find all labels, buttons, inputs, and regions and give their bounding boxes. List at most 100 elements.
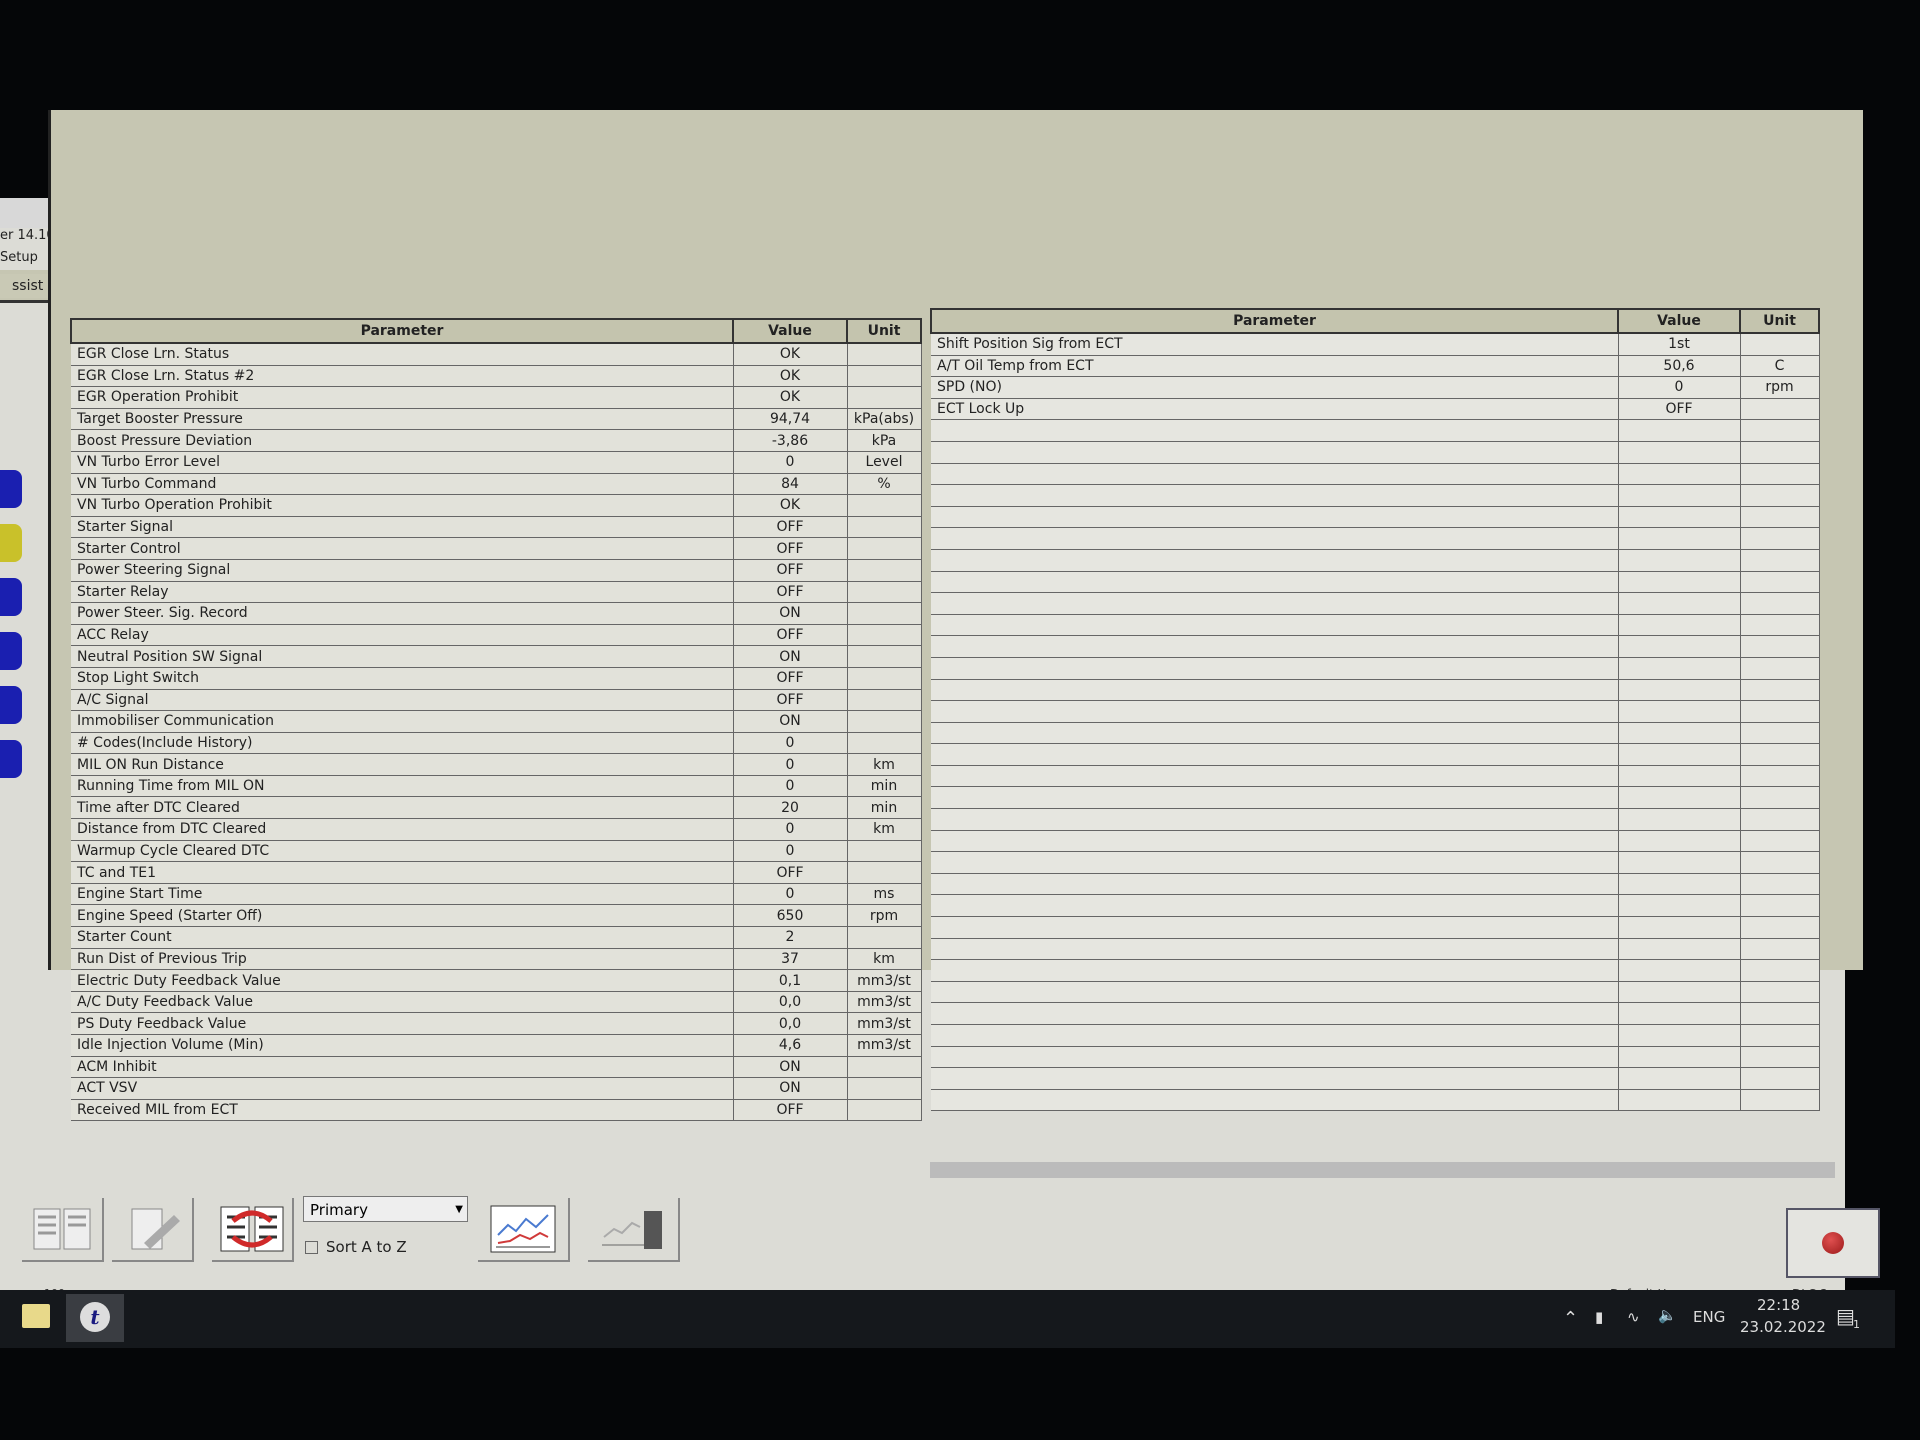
swap-list-button[interactable] <box>212 1198 294 1262</box>
wifi-icon[interactable]: ∿ <box>1627 1308 1640 1326</box>
table-row[interactable]: ACT VSV ON <box>71 1077 922 1100</box>
empty-row[interactable] <box>931 722 1820 745</box>
table-row[interactable]: Received MIL from ECT OFF <box>71 1099 922 1122</box>
empty-row[interactable] <box>931 808 1820 831</box>
chevron-up-icon[interactable]: ⌃ <box>1563 1308 1578 1329</box>
empty-row[interactable] <box>931 743 1820 766</box>
unit-header[interactable]: Unit <box>1739 308 1820 334</box>
checkbox-box[interactable] <box>305 1241 318 1254</box>
table-row[interactable]: VN Turbo Error Level 0 Level <box>71 451 922 474</box>
table-row[interactable]: SPD (NO) 0 rpm <box>931 376 1820 399</box>
table-row[interactable]: Power Steer. Sig. Record ON <box>71 602 922 625</box>
edit-list-button[interactable] <box>112 1198 194 1262</box>
table-row[interactable]: Power Steering Signal OFF <box>71 559 922 582</box>
table-row[interactable]: Immobiliser Communication ON <box>71 710 922 733</box>
empty-row[interactable] <box>931 1046 1820 1069</box>
table-row[interactable]: Warmup Cycle Cleared DTC 0 <box>71 840 922 863</box>
menu-setup[interactable]: Setup <box>0 250 38 265</box>
empty-row[interactable] <box>931 419 1820 442</box>
clock-time[interactable]: 22:18 <box>1757 1296 1800 1314</box>
table-row[interactable]: Running Time from MIL ON 0 min <box>71 775 922 798</box>
language-indicator[interactable]: ENG <box>1693 1308 1725 1326</box>
table-row[interactable]: Starter Signal OFF <box>71 516 922 539</box>
value-header[interactable]: Value <box>1617 308 1741 334</box>
empty-row[interactable] <box>931 484 1820 507</box>
table-row[interactable]: MIL ON Run Distance 0 km <box>71 753 922 776</box>
table-row[interactable]: VN Turbo Command 84% <box>71 473 922 496</box>
select-list-button[interactable] <box>22 1198 104 1262</box>
table-row[interactable]: Distance from DTC Cleared 0 km <box>71 818 922 841</box>
empty-row[interactable] <box>931 981 1820 1004</box>
table-row[interactable]: Electric Duty Feedback Value 0,1 mm3/st <box>71 969 922 992</box>
sort-a-to-z-checkbox[interactable]: Sort A to Z <box>305 1238 407 1256</box>
empty-row[interactable] <box>931 873 1820 896</box>
table-row[interactable]: ECT Lock Up OFF <box>931 398 1820 421</box>
snapshot-button[interactable] <box>588 1198 680 1262</box>
empty-row[interactable] <box>931 571 1820 594</box>
table-row[interactable]: Run Dist of Previous Trip 37 km <box>71 948 922 971</box>
table-row[interactable]: Boost Pressure Deviation -3,86 kPa <box>71 429 922 452</box>
empty-row[interactable] <box>931 1024 1820 1047</box>
table-row[interactable]: Target Booster Pressure 94,74 kPa(abs) <box>71 408 922 431</box>
volume-icon[interactable]: 🔈 <box>1658 1306 1677 1324</box>
side-button-blue-5[interactable] <box>0 740 22 778</box>
parameter-header[interactable]: Parameter <box>70 318 734 344</box>
table-row[interactable]: Starter Control OFF <box>71 537 922 560</box>
record-button[interactable] <box>1786 1208 1880 1278</box>
file-explorer-icon[interactable] <box>22 1304 50 1328</box>
table-row[interactable]: Idle Injection Volume (Min) 4,6 mm3/st <box>71 1034 922 1057</box>
table-row[interactable]: EGR Close Lrn. Status OK <box>71 343 922 366</box>
empty-row[interactable] <box>931 635 1820 658</box>
table-row[interactable]: Starter Count 2 <box>71 926 922 949</box>
horizontal-scrollbar[interactable] <box>930 1162 1835 1178</box>
table-row[interactable]: ACM Inhibit ON <box>71 1056 922 1079</box>
table-row[interactable]: EGR Operation Prohibit OK <box>71 386 922 409</box>
graph-button[interactable] <box>478 1198 570 1262</box>
table-row[interactable]: A/C Signal OFF <box>71 689 922 712</box>
side-button-blue-4[interactable] <box>0 686 22 724</box>
empty-row[interactable] <box>931 765 1820 788</box>
table-row[interactable]: ACC Relay OFF <box>71 624 922 647</box>
empty-row[interactable] <box>931 700 1820 723</box>
empty-row[interactable] <box>931 1089 1820 1112</box>
table-row[interactable]: A/C Duty Feedback Value 0,0 mm3/st <box>71 991 922 1014</box>
empty-row[interactable] <box>931 592 1820 615</box>
empty-row[interactable] <box>931 1002 1820 1025</box>
empty-row[interactable] <box>931 830 1820 853</box>
empty-row[interactable] <box>931 506 1820 529</box>
side-button-yellow[interactable] <box>0 524 22 562</box>
empty-row[interactable] <box>931 1067 1820 1090</box>
value-header[interactable]: Value <box>732 318 848 344</box>
table-row[interactable]: Starter Relay OFF <box>71 581 922 604</box>
clock-date[interactable]: 23.02.2022 <box>1740 1318 1826 1336</box>
empty-row[interactable] <box>931 463 1820 486</box>
empty-row[interactable] <box>931 441 1820 464</box>
taskbar-techstream-button[interactable]: t <box>66 1294 124 1342</box>
empty-row[interactable] <box>931 679 1820 702</box>
empty-row[interactable] <box>931 894 1820 918</box>
table-row[interactable]: A/T Oil Temp from ECT 50,6 C <box>931 355 1820 378</box>
table-row[interactable]: Stop Light Switch OFF <box>71 667 922 690</box>
table-row[interactable]: Neutral Position SW Signal ON <box>71 645 922 668</box>
primary-dropdown[interactable]: Primary ▼ <box>303 1196 468 1222</box>
empty-row[interactable] <box>931 527 1820 550</box>
empty-row[interactable] <box>931 614 1820 637</box>
empty-row[interactable] <box>931 851 1820 874</box>
unit-header[interactable]: Unit <box>846 318 922 344</box>
empty-row[interactable] <box>931 786 1820 810</box>
battery-icon[interactable]: ▮ <box>1595 1308 1603 1326</box>
side-button-blue-1[interactable] <box>0 470 22 508</box>
table-row[interactable]: PS Duty Feedback Value 0,0 mm3/st <box>71 1012 922 1035</box>
empty-row[interactable] <box>931 916 1820 939</box>
table-row[interactable]: Time after DTC Cleared 20 min <box>71 796 922 820</box>
parameter-header[interactable]: Parameter <box>930 308 1619 334</box>
table-row[interactable]: Shift Position Sig from ECT 1st <box>931 333 1820 356</box>
table-row[interactable]: VN Turbo Operation Prohibit OK <box>71 494 922 517</box>
table-row[interactable]: EGR Close Lrn. Status #2 OK <box>71 365 922 388</box>
table-row[interactable]: Engine Speed (Starter Off) 650 rpm <box>71 904 922 928</box>
side-button-blue-3[interactable] <box>0 632 22 670</box>
empty-row[interactable] <box>931 938 1820 961</box>
table-row[interactable]: TC and TE1 OFF <box>71 861 922 884</box>
side-button-blue-2[interactable] <box>0 578 22 616</box>
empty-row[interactable] <box>931 657 1820 680</box>
